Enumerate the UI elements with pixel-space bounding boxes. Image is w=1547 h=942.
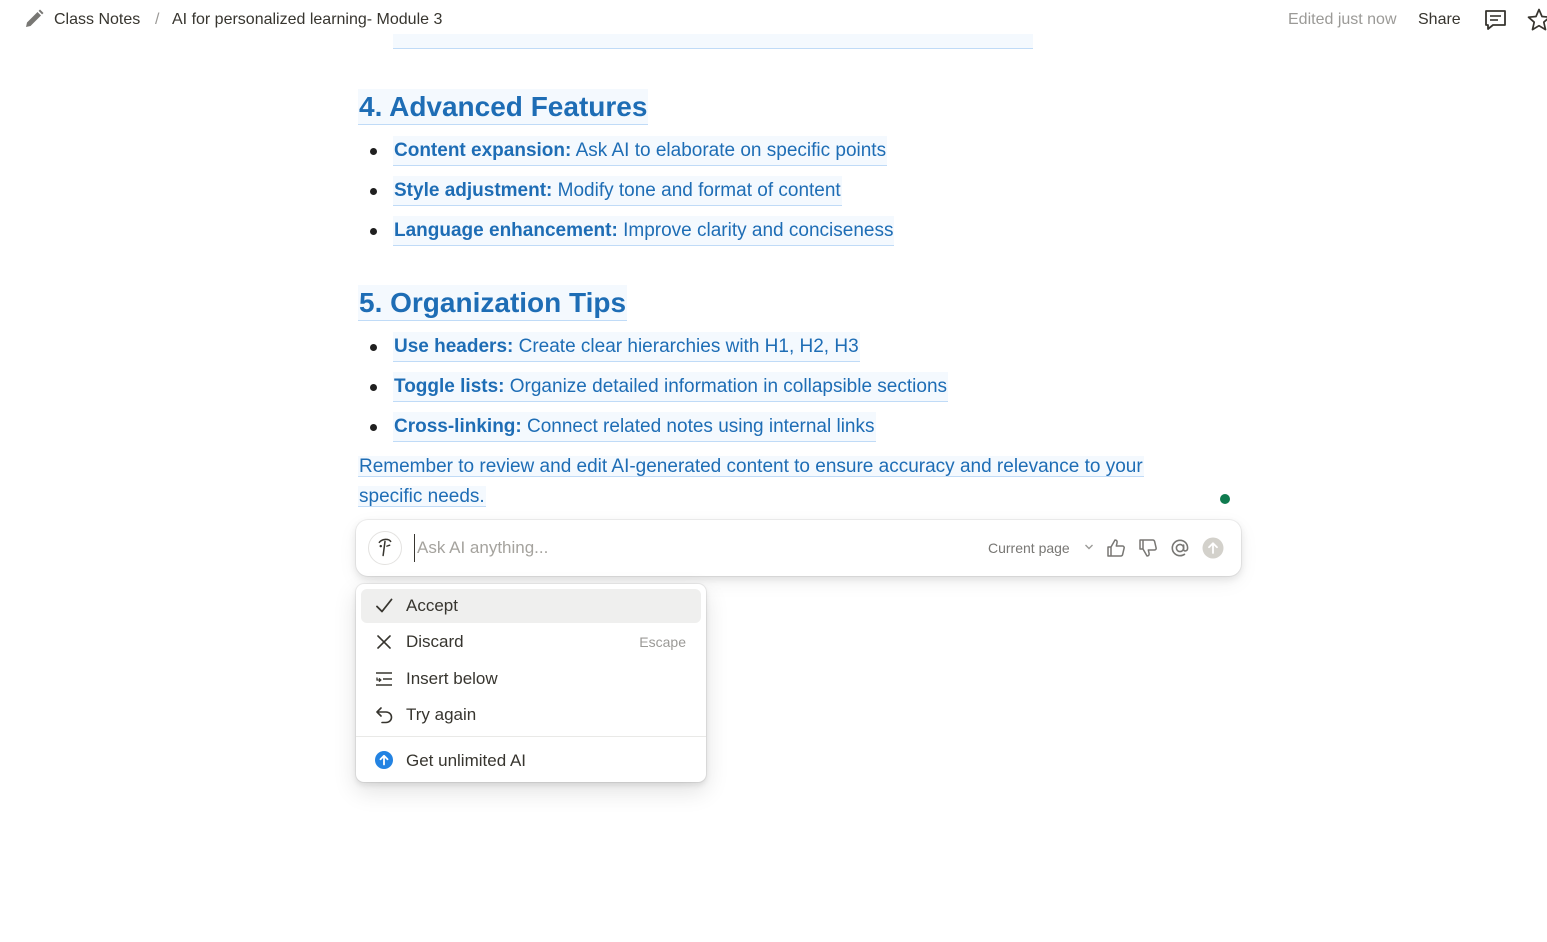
ai-action-menu: Accept Discard Escape Insert below Try a… [356,584,706,782]
bullet-dot [370,424,377,431]
list-item-term: Toggle lists: [394,376,505,397]
menu-item-label: Discard [406,632,464,651]
list-item-text: Connect related notes using internal lin… [521,416,875,437]
menu-item-label: Accept [406,596,458,615]
star-icon[interactable] [1526,7,1547,33]
edit-pencil-icon [26,9,44,27]
menu-item-try-again[interactable]: Try again [361,698,701,732]
send-icon[interactable] [1202,537,1224,559]
close-icon [377,635,391,649]
section-heading-advanced-features: 4. Advanced Features [358,89,649,125]
menu-divider [356,736,706,737]
bullet-dot [370,188,377,195]
mention-icon[interactable] [1169,537,1191,559]
menu-item-label: Get unlimited AI [406,751,527,770]
menu-item-get-unlimited-ai[interactable]: Get unlimited AI [361,744,701,778]
comment-icon[interactable] [1483,7,1509,33]
list-item-text: Create clear hierarchies with H1, H2, H3 [513,336,859,357]
check-icon [376,598,393,613]
ai-prompt-input[interactable] [414,534,957,562]
list-item-term: Content expansion: [394,140,572,161]
menu-item-label: Try again [406,705,477,724]
menu-item-discard[interactable]: Discard Escape [361,625,701,659]
list-item-term: Language enhancement: [394,220,618,241]
edited-status: Edited just now [1288,11,1397,28]
list-item-term: Cross-linking: [394,416,522,437]
insert-below-icon [376,672,392,686]
list-item-text: Modify tone and format of content [552,180,841,201]
closing-paragraph-line-2: specific needs. [358,482,486,512]
bullet-dot [370,228,377,235]
closing-text: Remember to review and edit AI-generated… [358,456,1144,477]
shortcut-hint: Escape [639,634,686,650]
undo-icon [376,707,393,724]
closing-paragraph-line-1: Remember to review and edit AI-generated… [358,452,1144,482]
scope-selector[interactable]: Current page [988,539,1070,557]
thumbs-down-icon[interactable] [1137,537,1159,559]
menu-item-accept[interactable]: Accept [361,589,701,623]
list-item-term: Use headers: [394,336,514,357]
ai-face-icon [368,531,402,565]
chevron-down-icon[interactable] [1083,540,1095,554]
breadcrumb-page-title[interactable]: AI for personalized learning- Module 3 [172,9,442,31]
bullet-dot [370,344,377,351]
section-heading-organization-tips: 5. Organization Tips [358,285,628,321]
breadcrumb-separator: / [155,11,160,28]
list-item-text: Organize detailed information in collaps… [504,376,948,397]
breadcrumb-class-notes[interactable]: Class Notes [54,9,140,31]
upgrade-arrow-icon [375,751,393,769]
closing-text: specific needs. [358,486,486,507]
ai-prompt-box: Current page [356,520,1241,576]
list-item-term: Style adjustment: [394,180,553,201]
bullet-dot [370,148,377,155]
thumbs-up-icon[interactable] [1105,537,1127,559]
scrolled-text-fragment [393,34,1033,49]
share-button[interactable]: Share [1418,9,1461,31]
menu-item-label: Insert below [406,669,498,688]
menu-item-insert-below[interactable]: Insert below [361,662,701,696]
list-item-text: Improve clarity and conciseness [617,220,894,241]
bullet-dot [370,384,377,391]
status-dot [1220,494,1230,504]
list-item-text: Ask AI to elaborate on specific points [571,140,887,161]
